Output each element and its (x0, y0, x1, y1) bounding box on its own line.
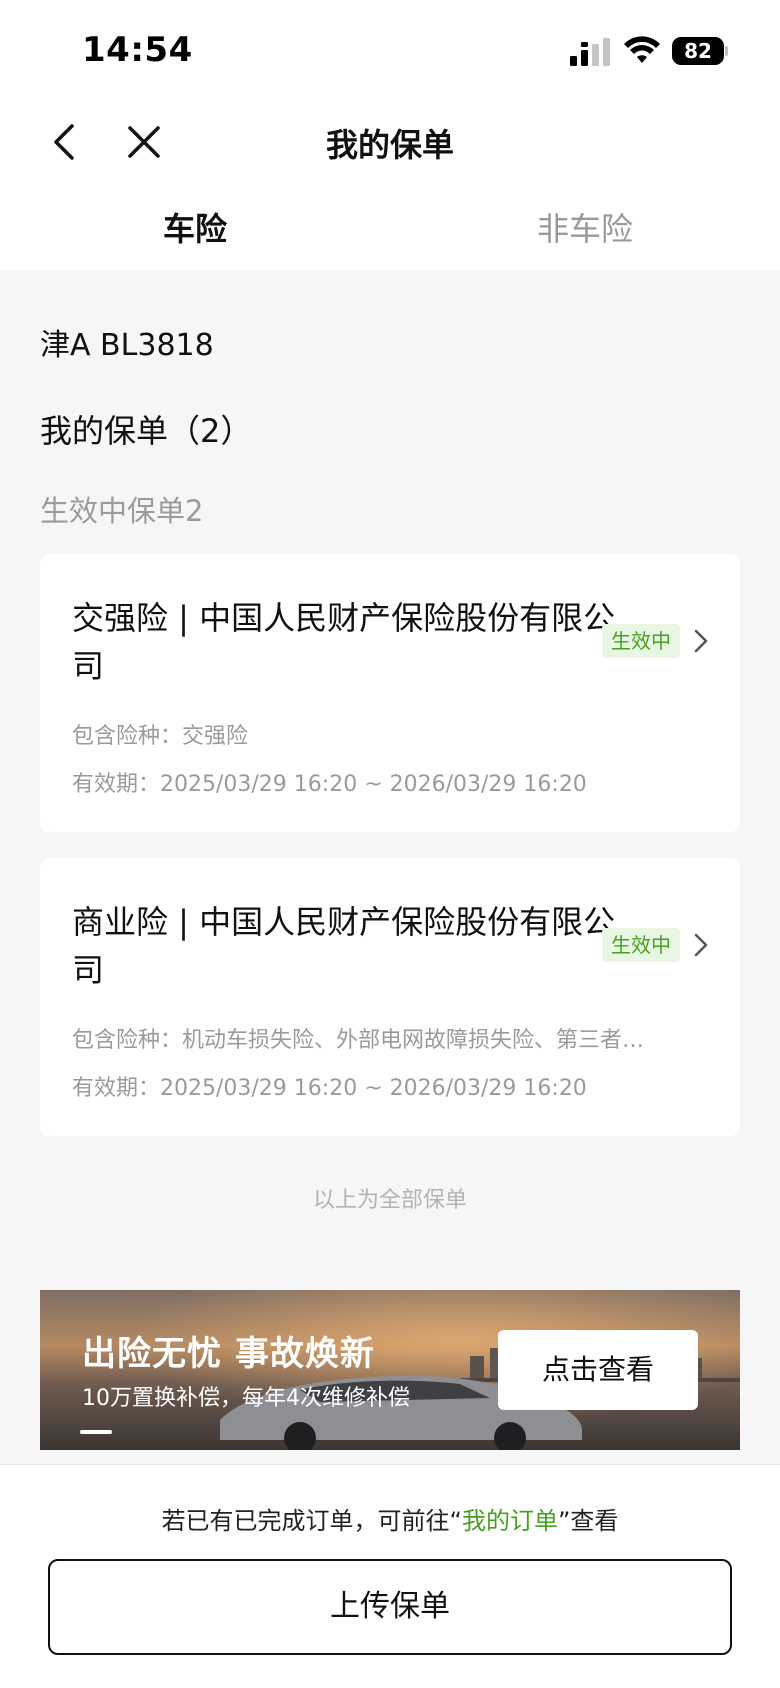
banner-subtitle: 10万置换补偿，每年4次维修补偿 (82, 1386, 410, 1411)
wifi-icon (624, 36, 660, 63)
battery-icon: 82 (672, 37, 728, 65)
bottom-panel: 若已有已完成订单，可前往“我的订单”查看 上传保单 (0, 1464, 780, 1688)
chevron-right-icon (686, 930, 716, 960)
banner-title: 出险无忧 事故焕新 (82, 1334, 375, 1374)
policy-title: 交强险 | 中国人民财产保险股份有限公司 (72, 599, 616, 685)
page: 14:54 82 我的保单 车险 非车险 津A BL3818 我的保单（2） 生… (0, 0, 780, 1688)
my-policies-heading: 我的保单（2） (40, 412, 253, 450)
status-badge: 生效中 (602, 928, 680, 962)
orders-tip-prefix: 若已有已完成订单，可前往“ (161, 1507, 462, 1535)
end-of-list-note: 以上为全部保单 (312, 1188, 467, 1213)
policy-title: 商业险 | 中国人民财产保险股份有限公司 (72, 903, 616, 989)
policy-coverage: 包含险种：机动车损失险、外部电网故障损失险、第三者… (72, 1028, 645, 1053)
tab-bar: 车险 非车险 (0, 182, 780, 270)
policy-validity: 有效期：2025/03/29 16:20 ~ 2026/03/29 16:20 (72, 772, 587, 797)
status-bar: 14:54 82 (0, 0, 780, 100)
banner-view-button[interactable]: 点击查看 (498, 1330, 698, 1410)
battery-level: 82 (672, 37, 724, 65)
page-title: 我的保单 (325, 126, 454, 164)
plate-number: 津A BL3818 (40, 328, 214, 363)
my-orders-link[interactable]: 我的订单 (462, 1507, 558, 1535)
upload-policy-button[interactable]: 上传保单 (48, 1559, 732, 1655)
promo-banner[interactable]: 出险无忧 事故焕新 10万置换补偿，每年4次维修补偿 点击查看 (40, 1290, 740, 1450)
tab-non-car-insurance[interactable]: 非车险 (485, 204, 685, 250)
cellular-signal-icon (570, 38, 610, 66)
status-time: 14:54 (82, 30, 193, 70)
active-policies-heading: 生效中保单2 (40, 494, 204, 528)
tab-car-insurance[interactable]: 车险 (95, 204, 295, 250)
nav-bar: 我的保单 (0, 100, 780, 182)
policy-validity: 有效期：2025/03/29 16:20 ~ 2026/03/29 16:20 (72, 1076, 587, 1101)
battery-cap (725, 46, 728, 56)
carousel-indicator (80, 1430, 112, 1434)
status-badge: 生效中 (602, 624, 680, 658)
orders-tip-suffix: ”查看 (558, 1507, 619, 1535)
chevron-right-icon (686, 626, 716, 656)
orders-tip: 若已有已完成订单，可前往“我的订单”查看 (0, 1501, 780, 1536)
policy-coverage: 包含险种：交强险 (72, 724, 249, 749)
policy-card[interactable]: 交强险 | 中国人民财产保险股份有限公司 生效中 包含险种：交强险 有效期：20… (40, 554, 740, 832)
policy-card[interactable]: 商业险 | 中国人民财产保险股份有限公司 生效中 包含险种：机动车损失险、外部电… (40, 858, 740, 1136)
